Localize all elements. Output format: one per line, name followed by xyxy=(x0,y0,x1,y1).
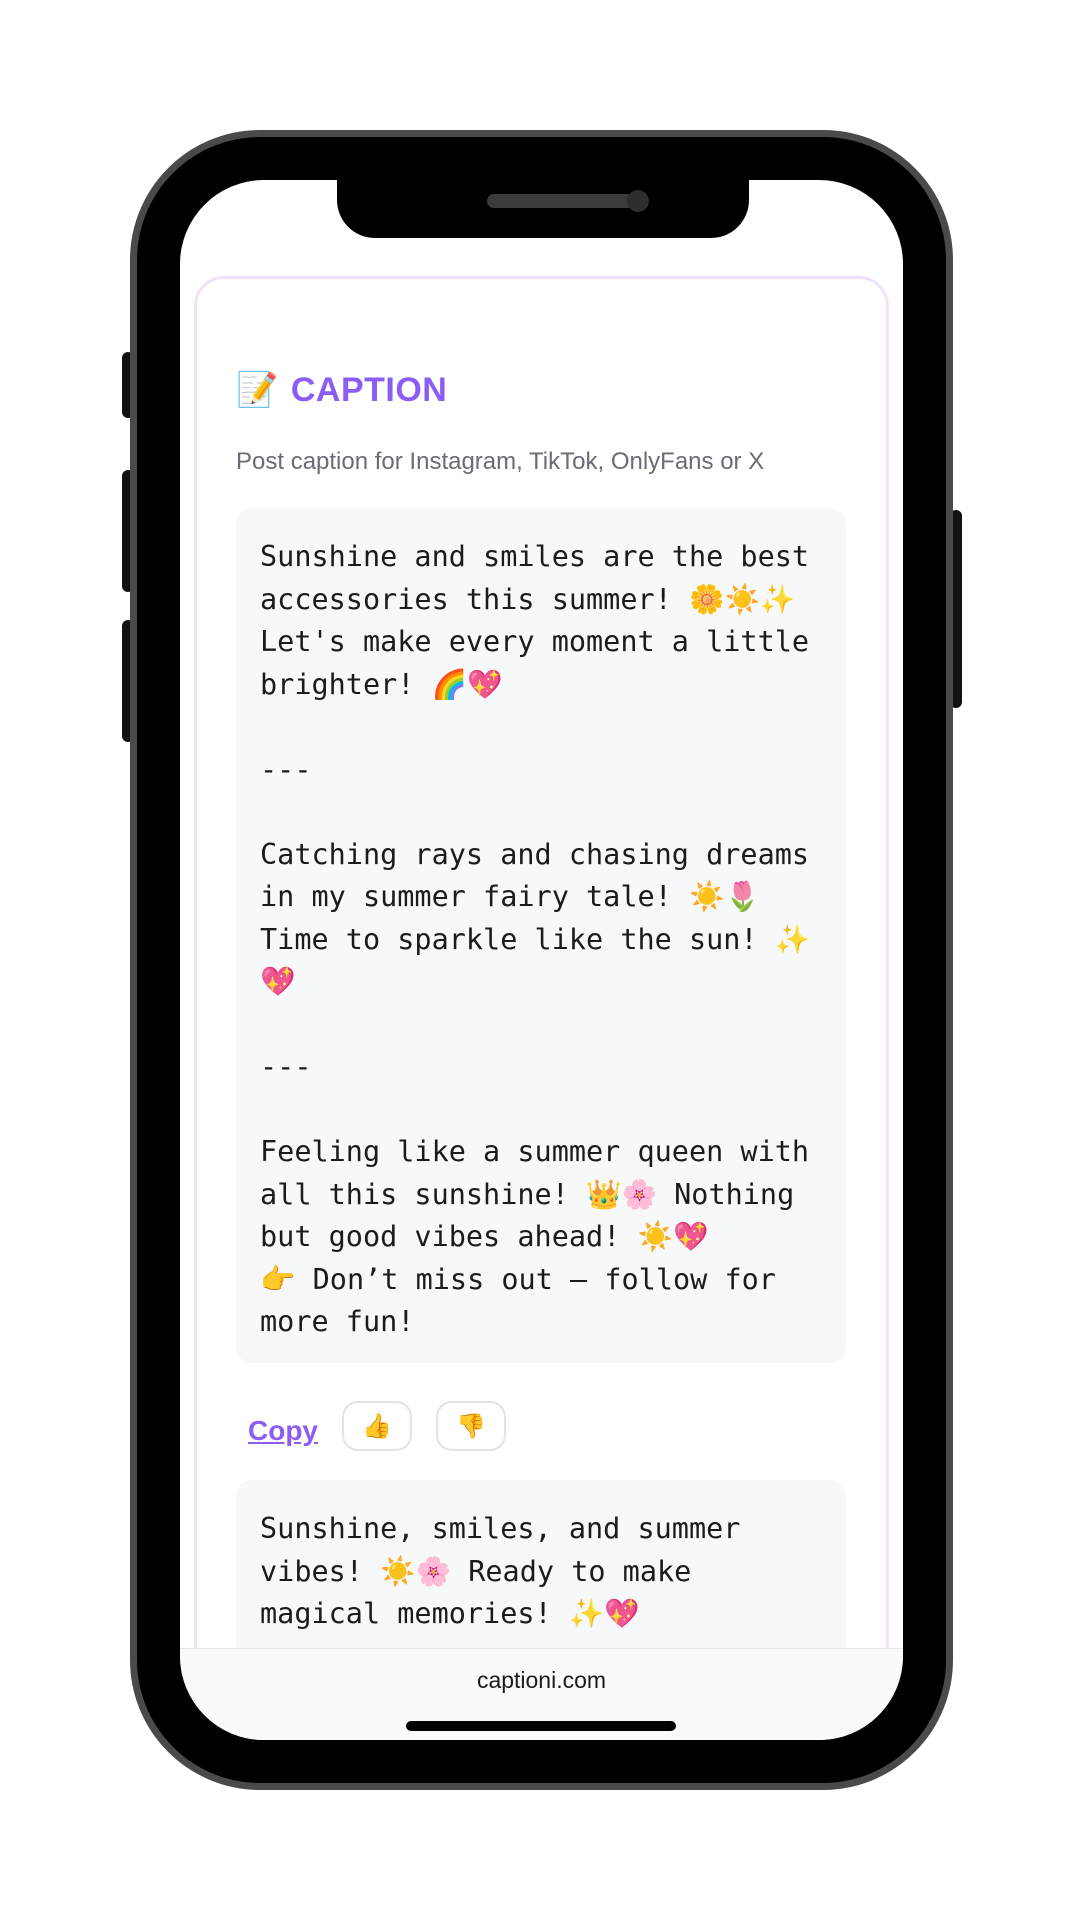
url-label[interactable]: captioni.com xyxy=(180,1667,903,1694)
thumbs-down-button[interactable]: 👎 xyxy=(436,1401,506,1451)
browser-footer: captioni.com xyxy=(180,1648,903,1740)
thumbs-up-icon: 👍 xyxy=(362,1412,392,1440)
caption-actions: Copy 👍 👎 xyxy=(236,1398,506,1454)
thumbs-down-icon: 👎 xyxy=(456,1412,486,1440)
caption-text-1[interactable]: Sunshine and smiles are the best accesso… xyxy=(236,508,846,1363)
title-text: CAPTION xyxy=(290,370,448,409)
memo-icon: 📝 xyxy=(236,371,279,409)
front-camera xyxy=(627,190,649,212)
thumbs-up-button[interactable]: 👍 xyxy=(342,1401,412,1451)
page-title: 📝 CAPTION xyxy=(236,370,447,410)
phone-screen: 📝 CAPTION Post caption for Instagram, Ti… xyxy=(180,180,903,1740)
copy-button[interactable]: Copy xyxy=(248,1415,318,1447)
home-indicator[interactable] xyxy=(406,1721,676,1731)
speaker-grille xyxy=(487,194,635,208)
page-subtitle: Post caption for Instagram, TikTok, Only… xyxy=(236,448,765,475)
notch xyxy=(337,180,749,238)
